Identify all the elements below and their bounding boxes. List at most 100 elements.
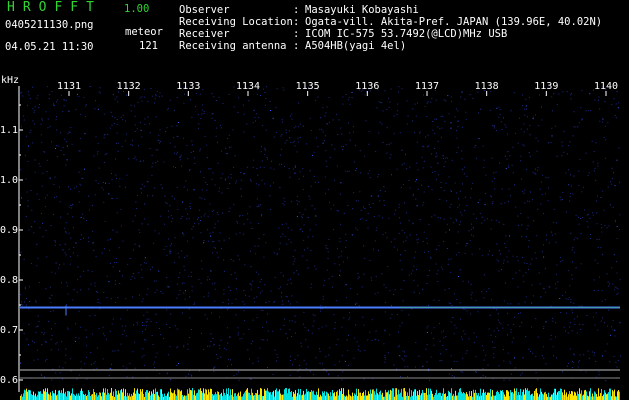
noise-dot: [550, 142, 552, 143]
noise-dot: [99, 87, 101, 89]
noise-dot: [402, 300, 404, 302]
bottom-noise-bar: [444, 394, 445, 400]
noise-dot: [322, 142, 324, 144]
noise-dot: [208, 168, 210, 170]
noise-dot: [169, 252, 171, 254]
noise-dot: [276, 253, 278, 255]
noise-dot: [212, 231, 214, 233]
noise-dot: [325, 356, 327, 358]
noise-dot: [200, 118, 202, 120]
noise-dot: [335, 344, 337, 346]
noise-dot: [249, 179, 251, 181]
bottom-noise-bar: [419, 389, 420, 400]
noise-dot: [67, 213, 69, 215]
bottom-noise-bar: [298, 388, 299, 400]
noise-dot: [619, 322, 621, 324]
bottom-noise-bar: [185, 395, 186, 400]
noise-dot: [312, 325, 314, 327]
noise-dot: [187, 158, 189, 160]
bottom-noise-bar: [285, 388, 286, 400]
bottom-noise-bar: [62, 393, 63, 400]
noise-dot: [32, 86, 34, 88]
noise-dot: [443, 99, 445, 101]
bottom-noise-bar: [580, 393, 581, 400]
noise-dot: [153, 102, 155, 104]
noise-dot: [198, 223, 200, 225]
noise-dot: [555, 222, 557, 224]
noise-dot: [329, 121, 330, 123]
noise-dot: [250, 343, 252, 345]
noise-dot: [614, 329, 616, 331]
noise-dot: [161, 95, 163, 97]
noise-dot: [206, 144, 208, 146]
bottom-noise-bar: [329, 395, 330, 400]
bottom-noise-bar: [146, 390, 147, 400]
noise-dot: [547, 177, 549, 179]
noise-dot: [577, 238, 579, 240]
bottom-noise-bar: [407, 392, 408, 400]
noise-dot: [614, 115, 616, 116]
noise-dot: [33, 232, 35, 234]
noise-dot: [374, 293, 376, 295]
noise-dot: [470, 313, 471, 315]
noise-dot: [535, 372, 537, 374]
bottom-noise-bar: [339, 389, 340, 400]
noise-dot: [117, 150, 119, 152]
noise-dot: [325, 247, 327, 249]
noise-dot: [273, 182, 274, 184]
noise-dot: [207, 216, 209, 218]
noise-dot: [104, 335, 106, 337]
noise-dot: [176, 328, 178, 330]
bottom-noise-bar: [35, 393, 36, 400]
noise-dot: [222, 212, 224, 214]
noise-dot: [340, 127, 342, 129]
noise-dot: [460, 96, 462, 98]
noise-dot: [579, 360, 581, 362]
bottom-noise-bar: [439, 392, 440, 400]
noise-dot: [219, 347, 221, 349]
noise-dot: [464, 308, 466, 310]
noise-dot: [581, 191, 583, 193]
noise-dot: [615, 117, 617, 119]
noise-dot: [237, 327, 239, 329]
bottom-noise-bar: [423, 392, 424, 400]
noise-dot: [263, 339, 265, 341]
noise-dot: [407, 375, 408, 377]
noise-dot: [241, 337, 243, 339]
noise-dot: [618, 102, 620, 104]
noise-dot: [455, 254, 457, 256]
noise-dot: [356, 229, 358, 231]
noise-dot: [326, 123, 328, 124]
noise-dot: [578, 185, 580, 187]
noise-dot: [462, 280, 464, 282]
noise-dot: [70, 207, 72, 209]
noise-dot: [190, 151, 192, 153]
noise-dot: [214, 119, 216, 121]
noise-dot: [147, 195, 148, 197]
bottom-noise-bar: [313, 390, 314, 400]
bottom-noise-bar: [564, 389, 565, 400]
noise-dot: [102, 326, 104, 328]
bottom-noise-bar: [463, 392, 464, 400]
noise-dot: [170, 251, 172, 253]
noise-dot: [228, 286, 230, 288]
noise-dot: [211, 178, 213, 180]
noise-dot: [156, 322, 158, 323]
noise-dot: [326, 269, 328, 271]
noise-dot: [183, 346, 185, 348]
noise-dot: [597, 329, 599, 331]
noise-dot: [134, 341, 136, 343]
noise-dot: [337, 165, 338, 167]
noise-dot: [230, 290, 231, 291]
noise-dot: [507, 324, 509, 326]
bottom-noise-bar: [617, 391, 618, 400]
noise-dot: [213, 371, 215, 373]
noise-dot: [461, 126, 463, 128]
noise-dot: [255, 183, 257, 185]
noise-dot: [401, 310, 403, 312]
noise-dot: [422, 167, 424, 169]
noise-dot: [185, 290, 186, 292]
noise-dot: [443, 241, 445, 242]
bottom-noise-bar: [568, 394, 569, 400]
bottom-noise-bar: [97, 396, 98, 400]
